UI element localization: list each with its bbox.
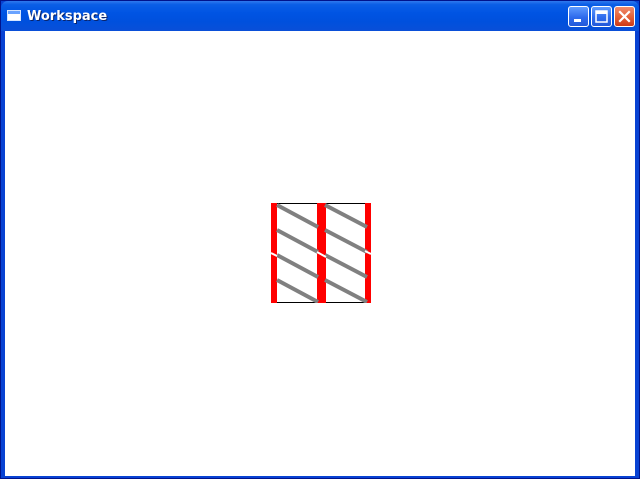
close-icon [618, 10, 631, 23]
title-bar[interactable]: Workspace [1, 1, 639, 31]
window-title: Workspace [27, 9, 108, 24]
minimize-button[interactable] [568, 6, 589, 27]
window-icon [7, 10, 21, 21]
maximize-icon [595, 10, 608, 23]
close-button[interactable] [614, 6, 635, 27]
striped-pattern-object[interactable] [271, 203, 371, 303]
minimize-icon [574, 19, 581, 22]
maximize-button[interactable] [591, 6, 612, 27]
workspace-client-area[interactable] [5, 31, 635, 476]
workspace-window: Workspace [0, 0, 640, 479]
